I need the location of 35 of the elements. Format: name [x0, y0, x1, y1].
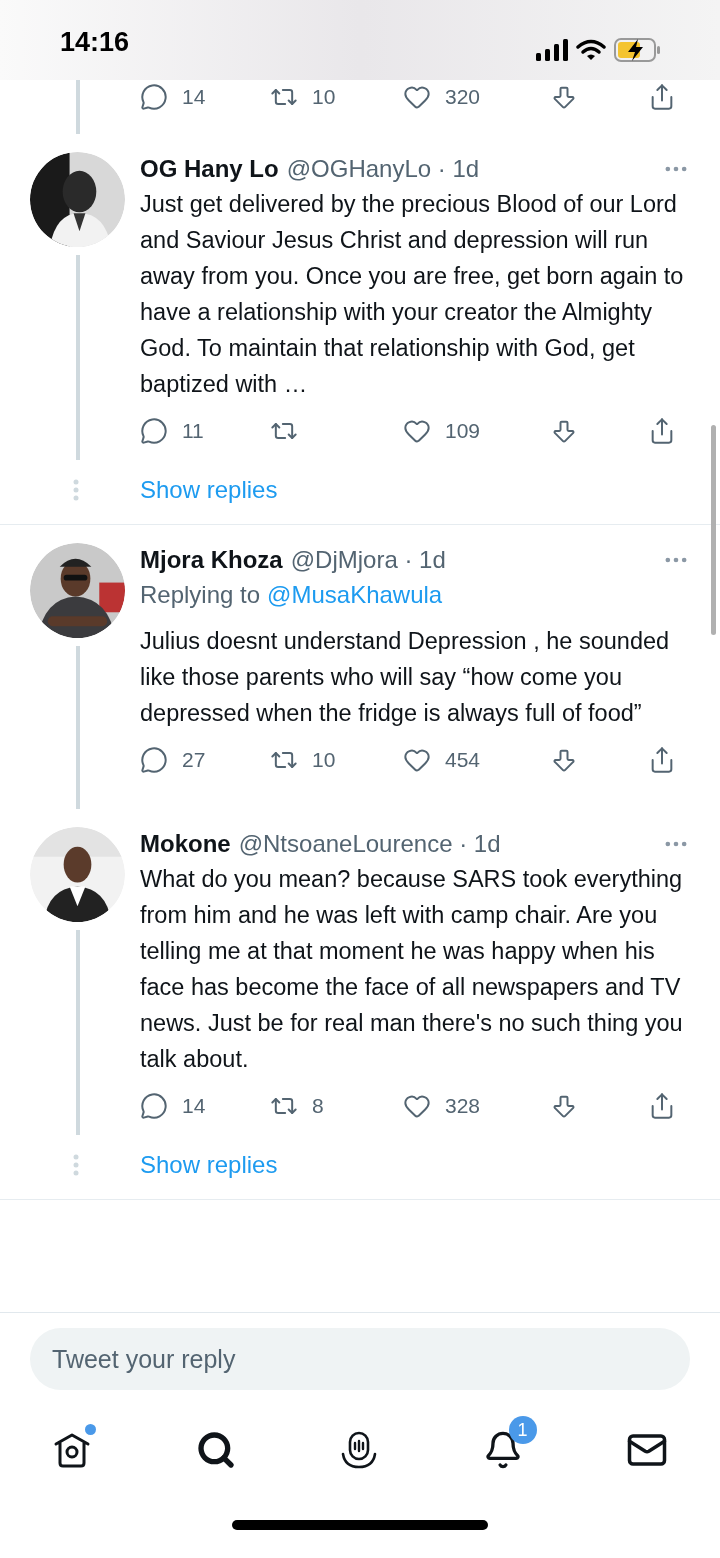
microphone-icon[interactable]: [339, 1430, 379, 1470]
search-icon[interactable]: [195, 1430, 236, 1470]
action-count: 10: [312, 84, 336, 111]
action-count: 109: [445, 418, 481, 445]
reply-icon[interactable]: [140, 417, 168, 445]
action-count: 8: [312, 1093, 324, 1120]
status-time: 14:16: [60, 25, 130, 59]
signal-icon: [536, 39, 568, 61]
replying-label: Replying to: [140, 580, 261, 610]
reply-input-field[interactable]: Tweet your reply: [30, 1328, 690, 1390]
reply-icon[interactable]: [140, 746, 168, 774]
more-replies-icon: [73, 1154, 79, 1176]
user-name[interactable]: OG Hany Lo: [140, 151, 279, 187]
user-name[interactable]: Mokone: [140, 826, 231, 862]
action-count: 27: [182, 747, 206, 774]
reply-icon[interactable]: [140, 1092, 168, 1120]
action-count: 11: [182, 418, 204, 445]
battery-charging-icon: [614, 38, 660, 62]
user-handle: @DjMjora · 1d: [290, 545, 446, 575]
reply-icon[interactable]: [140, 83, 168, 111]
more-replies-icon: [73, 479, 79, 501]
action-count: 328: [445, 1093, 481, 1120]
notification-badge: 1: [508, 1416, 537, 1444]
action-count: 14: [182, 84, 206, 111]
action-count: 454: [445, 747, 481, 774]
tweet-text: Julius doesnt understand Depression , he sounded like those parents who will say “how come you depressed when the fridge is always full of food”: [140, 627, 671, 728]
action-count: 14: [182, 1093, 206, 1120]
tweet-text: Just get delivered by the precious Blood of our Lord and Saviour Jesus Christ and depression will run away from you. Once you are free, get born again to have a relationship with your creator the Almighty God. To maintain that relationship with God, get baptized with …: [140, 190, 685, 399]
wifi-icon: [576, 39, 606, 61]
tweet-text: What do you mean? because SARS took everything from him and he was left with camp chair. Are you telling me at that moment he was happy when his face has become the face of all newspapers and TV news. Just be for real man there's no such thing you talk about.: [140, 865, 684, 1074]
user-handle: @OGHanyLo · 1d: [286, 154, 480, 184]
user-handle: @NtsoaneLourence · 1d: [238, 829, 501, 859]
action-count: 10: [312, 747, 336, 774]
user-name[interactable]: Mjora Khoza: [140, 542, 283, 578]
action-count: 320: [445, 84, 481, 111]
